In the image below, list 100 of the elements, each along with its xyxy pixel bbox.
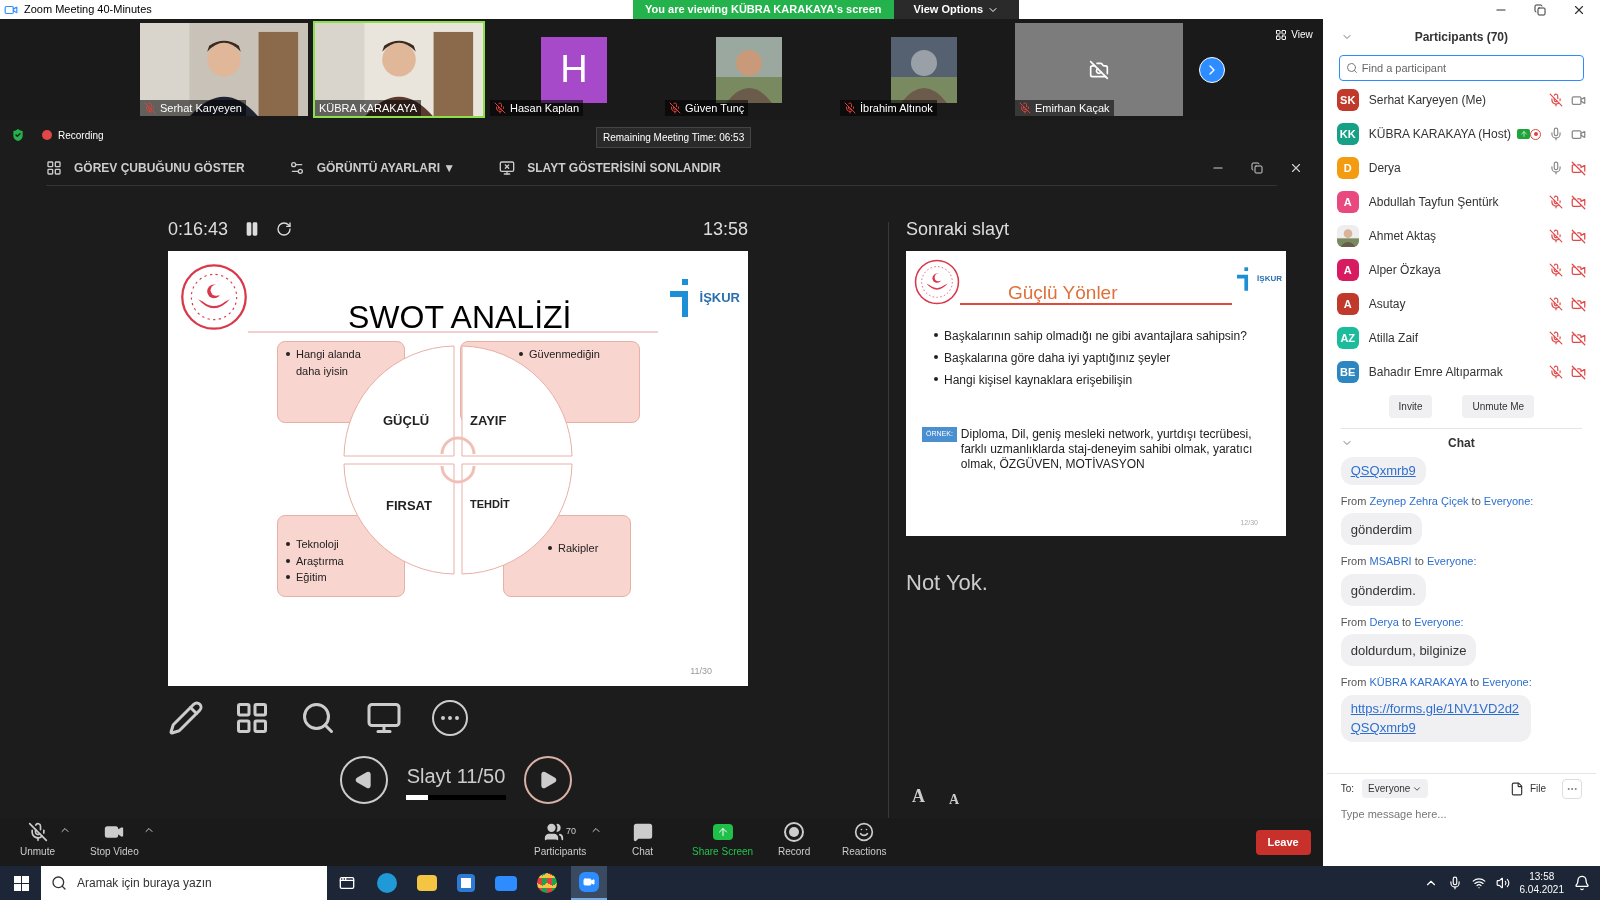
previous-slide-button[interactable] — [340, 756, 388, 804]
restore-icon[interactable] — [1250, 161, 1263, 174]
file-button[interactable]: File — [1509, 781, 1546, 796]
avatar: KK — [1336, 123, 1359, 145]
browser-icon[interactable] — [377, 873, 397, 893]
bullet-text: Eğitim — [296, 570, 327, 585]
participant-row[interactable]: A Abdullah Tayfun Şentürk — [1322, 185, 1600, 219]
reset-icon[interactable] — [276, 221, 293, 237]
meeting-control-button[interactable]: 70 Participants — [534, 822, 587, 859]
chat-bubble-icon — [632, 822, 653, 842]
participant-row[interactable]: Ahmet Aktaş — [1322, 219, 1600, 253]
mic-icon[interactable] — [1447, 876, 1462, 890]
next-page-button[interactable] — [1199, 56, 1225, 83]
unmute-me-button[interactable]: Unmute Me — [1462, 395, 1535, 418]
participant-row[interactable]: AZ Atilla Zaif — [1322, 321, 1600, 355]
avatar: A — [1336, 293, 1359, 315]
screen-icon[interactable] — [366, 700, 402, 736]
slide-title: Güçlü Yönler — [1008, 281, 1118, 305]
meeting-control-button[interactable]: Reactions — [842, 822, 887, 859]
viewing-banner: You are viewing KÜBRA KARAKAYA's screen — [633, 0, 894, 19]
elapsed-time: 0:16:43 — [168, 217, 229, 241]
participant-row[interactable]: SK Serhat Karyeyen (Me) — [1322, 83, 1600, 117]
participant-name: Ahmet Aktaş — [1368, 228, 1437, 245]
message-link[interactable]: https://forms.gle/1NV1VD2d2QSQxmrb9 — [1350, 698, 1521, 738]
video-tile[interactable]: Emirhan Kaçak — [1013, 21, 1185, 118]
muted-mic-icon — [27, 822, 48, 842]
example-text: Diploma, Dil, geniş mesleki network, yurtdışı tecrübesi, farklı uzmanlıklarda staj-deneyim sahibi olmak, yaratıcı olmak, ÖZGÜVEN, MOTİVASYON — [960, 427, 1254, 472]
participant-name: KÜBRA KARAKAYA — [319, 100, 418, 116]
meeting-control-button[interactable]: Chat — [632, 822, 654, 859]
participant-row[interactable]: A Alper Özkaya — [1322, 253, 1600, 287]
task-view-icon[interactable] — [339, 875, 355, 891]
seal-logo — [180, 263, 248, 331]
window-title: Zoom Meeting 40-Minutes — [24, 2, 152, 18]
avatar: AZ — [1336, 327, 1359, 349]
bullet-text: Hangi alanda daha iyisin — [296, 347, 362, 379]
next-slide-button[interactable] — [524, 756, 572, 804]
end-show-icon — [499, 159, 516, 176]
people-icon — [544, 822, 565, 842]
message-header: From MSABRI to Everyone: — [1340, 554, 1477, 569]
presenter-toolbar-button[interactable]: GÖRÜNTÜ AYARLARI ▼ — [288, 158, 456, 177]
meeting-control-button[interactable]: Share Screen — [692, 822, 754, 859]
avatar: D — [1336, 157, 1359, 179]
participant-name: KÜBRA KARAKAYA (Host) — [1368, 126, 1511, 143]
smiley-icon — [854, 822, 875, 842]
participant-name: Atilla Zaif — [1368, 330, 1419, 347]
decrease-font-button[interactable]: A — [949, 789, 960, 810]
view-options-button[interactable]: View Options — [893, 0, 1020, 19]
video-tile[interactable]: Serhat Karyeyen — [138, 21, 310, 118]
slide-counter: Slayt 11/50 — [406, 763, 506, 789]
taskbar-search-field[interactable]: Aramak için buraya yazın — [41, 866, 327, 900]
notification-icon[interactable] — [1574, 875, 1590, 891]
logo-text: İŞKUR — [699, 289, 740, 308]
meeting-control-button[interactable]: Stop Video — [90, 822, 139, 859]
windows-start-icon[interactable] — [14, 875, 29, 891]
presenter-toolbar-button[interactable]: GÖREV ÇUBUĞUNU GÖSTER — [46, 158, 245, 177]
participant-row[interactable]: A Asutay — [1322, 287, 1600, 321]
pen-icon[interactable] — [168, 700, 204, 736]
message-input[interactable]: Type message here... — [1340, 805, 1582, 822]
meeting-control-button[interactable]: Record — [778, 822, 811, 859]
participant-row[interactable]: BE Bahadır Emre Altıparmak — [1322, 355, 1600, 389]
invite-button[interactable]: Invite — [1388, 395, 1433, 418]
recipient-dropdown[interactable]: Everyone — [1362, 779, 1429, 798]
clock-time: 13:58 — [702, 217, 748, 241]
view-button[interactable]: View — [1271, 27, 1317, 42]
more-icon[interactable] — [432, 700, 468, 736]
restore-icon[interactable] — [1534, 3, 1546, 16]
search-field[interactable]: Find a participant — [1338, 55, 1584, 81]
message-link[interactable]: QSQxmrb9 — [1350, 461, 1416, 481]
panel-title: Chat — [1448, 435, 1475, 452]
network-icon[interactable] — [1471, 876, 1486, 890]
bullet-text: Güvenmediğin — [529, 347, 600, 362]
message-header: From Zeynep Zehra Çiçek to Everyone: — [1340, 493, 1534, 509]
participant-row[interactable]: KK KÜBRA KARAKAYA (Host) — [1322, 117, 1600, 151]
bullet-icon — [548, 546, 552, 550]
bullet-icon — [286, 558, 290, 563]
logo-text: İŞKUR — [1257, 273, 1282, 285]
slides-grid-icon[interactable] — [234, 700, 270, 736]
meeting-control-button[interactable]: Unmute — [20, 822, 55, 859]
file-icon — [1509, 781, 1524, 796]
bullet-icon — [934, 377, 938, 381]
bullet-text: Rakipler — [558, 541, 599, 556]
participant-name: Derya — [1368, 160, 1401, 177]
taskbar-time: 13:58 — [1529, 870, 1555, 883]
participant-name: Emirhan Kaçak — [1035, 100, 1110, 116]
speaker-notes: Not Yok. — [906, 569, 989, 597]
avatar: BE — [1336, 361, 1359, 383]
presenter-toolbar-button[interactable]: SLAYT GÖSTERİSİNİ SONLANDIR — [499, 158, 721, 177]
bullet-icon — [286, 575, 290, 579]
display-settings-icon — [288, 159, 305, 176]
increase-font-button[interactable]: A — [912, 783, 925, 810]
message-header: From Derya to Everyone: — [1340, 614, 1464, 630]
participant-name: Abdullah Tayfun Şentürk — [1368, 194, 1499, 211]
recording-indicator: Recording — [42, 127, 104, 143]
volume-icon[interactable] — [1495, 876, 1510, 890]
quadrant-label: TEHDİT — [470, 497, 510, 512]
video-tile[interactable]: KÜBRA KARAKAYA — [313, 21, 485, 118]
zoom-icon[interactable] — [300, 700, 336, 736]
record-icon — [784, 822, 805, 842]
participant-row[interactable]: D Derya — [1322, 151, 1600, 185]
leave-button[interactable]: Leave — [1255, 830, 1311, 855]
